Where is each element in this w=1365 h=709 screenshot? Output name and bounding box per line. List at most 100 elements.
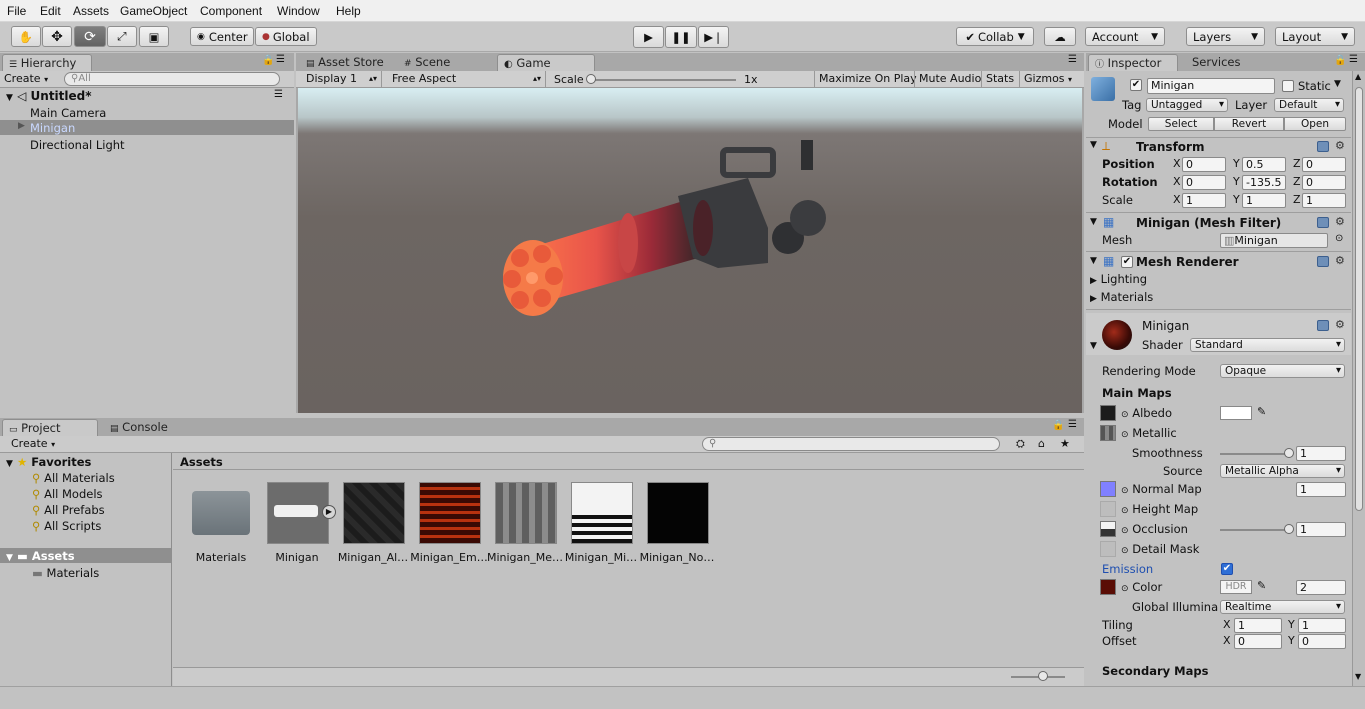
label-tag-icon[interactable]: ⌂ xyxy=(1038,437,1045,450)
eyedropper-icon[interactable]: ✎ xyxy=(1257,579,1266,592)
thumbnail-size-knob[interactable] xyxy=(1038,671,1048,681)
model-revert-button[interactable]: Revert xyxy=(1214,117,1284,131)
account-dropdown[interactable]: Account ▼ xyxy=(1085,27,1165,46)
favorite-all-materials[interactable]: ⚲ All Materials xyxy=(32,471,115,485)
lighting-foldout[interactable]: ▶ Lighting xyxy=(1090,272,1147,286)
asset-materials-folder[interactable] xyxy=(190,483,252,545)
metallic-texture-slot[interactable] xyxy=(1100,425,1116,441)
smoothness-knob[interactable] xyxy=(1284,448,1294,458)
object-picker-icon[interactable]: ⊙ xyxy=(1335,233,1343,244)
asset-misc-texture[interactable] xyxy=(571,482,633,544)
scale-y-field[interactable]: 1 xyxy=(1242,193,1286,208)
panel-menu-icon[interactable]: ☰ xyxy=(276,54,285,65)
global-space-button[interactable]: ● Global xyxy=(255,27,317,46)
shader-dropdown[interactable]: Standard xyxy=(1190,338,1345,352)
scale-x-field[interactable]: 1 xyxy=(1182,193,1226,208)
menu-edit[interactable]: Edit xyxy=(40,4,61,18)
object-picker-icon[interactable]: ⊙ xyxy=(1121,506,1129,516)
gear-icon[interactable]: ⚙ xyxy=(1335,139,1345,152)
scale-slider[interactable] xyxy=(590,79,736,81)
help-book-icon[interactable] xyxy=(1317,217,1329,228)
emission-intensity-field[interactable]: 2 xyxy=(1296,580,1346,595)
pause-button[interactable]: ❚❚ xyxy=(665,26,697,48)
rotation-y-field[interactable]: -135.5 xyxy=(1242,175,1286,190)
panel-menu-icon[interactable]: ☰ xyxy=(1068,54,1077,65)
object-name-field[interactable]: Minigan xyxy=(1147,78,1275,94)
rotation-z-field[interactable]: 0 xyxy=(1302,175,1346,190)
menu-help[interactable]: Help xyxy=(336,4,361,18)
help-book-icon[interactable] xyxy=(1317,320,1329,331)
play-button[interactable]: ▶ xyxy=(633,26,664,48)
layout-dropdown[interactable]: Layout ▼ xyxy=(1275,27,1355,46)
lock-icon[interactable]: 🔒 xyxy=(1052,420,1064,431)
position-y-field[interactable]: 0.5 xyxy=(1242,157,1286,172)
asset-normal-texture[interactable] xyxy=(647,482,709,544)
height-map-texture-slot[interactable] xyxy=(1100,501,1116,517)
favorite-all-scripts[interactable]: ⚲ All Scripts xyxy=(32,519,101,533)
chevron-down-icon[interactable]: ▼ xyxy=(1334,79,1341,89)
panel-menu-icon[interactable]: ☰ xyxy=(1068,419,1077,430)
tiling-x-field[interactable]: 1 xyxy=(1234,618,1282,633)
panel-menu-icon[interactable]: ☰ xyxy=(1349,54,1358,65)
menu-gameobject[interactable]: GameObject xyxy=(120,4,187,18)
tab-hierarchy[interactable]: ☰ Hierarchy xyxy=(2,54,92,71)
menu-file[interactable]: File xyxy=(7,4,26,18)
layer-dropdown[interactable]: Default xyxy=(1274,98,1344,112)
smoothness-slider[interactable] xyxy=(1220,453,1290,455)
menu-assets[interactable]: Assets xyxy=(73,4,109,18)
asset-albedo-texture[interactable] xyxy=(343,482,405,544)
object-picker-icon[interactable]: ⊙ xyxy=(1121,430,1129,440)
static-checkbox[interactable] xyxy=(1282,80,1294,92)
display-dropdown[interactable]: Display 1 ▴▾ xyxy=(300,71,382,87)
scroll-down-icon[interactable]: ▼ xyxy=(1355,672,1361,681)
expand-arrow-icon[interactable]: ▼ xyxy=(1090,217,1097,227)
occlusion-texture-slot[interactable] xyxy=(1100,521,1116,537)
expand-play-icon[interactable]: ▶ xyxy=(322,505,336,519)
expand-arrow-icon[interactable]: ▼ xyxy=(1090,256,1097,266)
tag-dropdown[interactable]: Untagged xyxy=(1146,98,1228,112)
favorites-header[interactable]: ▼ ★ Favorites xyxy=(6,455,91,469)
breadcrumb[interactable]: Assets xyxy=(180,455,223,469)
model-select-button[interactable]: Select xyxy=(1148,117,1214,131)
tab-services[interactable]: Services xyxy=(1186,54,1256,71)
mute-audio-toggle[interactable]: Mute Audio xyxy=(914,71,985,87)
position-z-field[interactable]: 0 xyxy=(1302,157,1346,172)
scene-menu-icon[interactable]: ☰ xyxy=(274,89,283,100)
gear-icon[interactable]: ⚙ xyxy=(1335,215,1345,228)
layers-dropdown[interactable]: Layers ▼ xyxy=(1186,27,1265,46)
scroll-up-icon[interactable]: ▲ xyxy=(1355,72,1361,81)
object-picker-icon[interactable]: ⊙ xyxy=(1121,526,1129,536)
help-book-icon[interactable] xyxy=(1317,256,1329,267)
rendering-mode-dropdown[interactable]: Opaque xyxy=(1220,364,1345,378)
emission-texture-slot[interactable] xyxy=(1100,579,1116,595)
star-icon[interactable]: ★ xyxy=(1060,437,1070,450)
gear-icon[interactable]: ⚙ xyxy=(1335,254,1345,267)
object-picker-icon[interactable]: ⊙ xyxy=(1121,546,1129,556)
source-dropdown[interactable]: Metallic Alpha xyxy=(1220,464,1345,478)
game-viewport[interactable] xyxy=(298,88,1082,413)
mesh-object-field[interactable]: ▥Minigan xyxy=(1220,233,1328,248)
tab-scene[interactable]: # Scene xyxy=(398,54,478,71)
menu-component[interactable]: Component xyxy=(200,4,262,18)
asset-minigan-model[interactable]: ▶ xyxy=(267,482,336,544)
object-picker-icon[interactable]: ⊙ xyxy=(1121,486,1129,496)
occlusion-field[interactable]: 1 xyxy=(1296,522,1346,537)
position-x-field[interactable]: 0 xyxy=(1182,157,1226,172)
scale-z-field[interactable]: 1 xyxy=(1302,193,1346,208)
detail-mask-texture-slot[interactable] xyxy=(1100,541,1116,557)
tab-asset-store[interactable]: ▤ Asset Store xyxy=(300,54,396,71)
project-search-input[interactable]: ⚲ xyxy=(702,437,1000,451)
help-book-icon[interactable] xyxy=(1317,141,1329,152)
filter-type-icon[interactable]: ⛭ xyxy=(1016,437,1025,451)
gear-icon[interactable]: ⚙ xyxy=(1335,318,1345,331)
scale-tool-button[interactable]: ⤢ xyxy=(107,26,137,47)
inspector-scrollbar[interactable]: ▲ ▼ xyxy=(1352,71,1365,686)
move-tool-button[interactable]: ✥ xyxy=(42,26,72,47)
expand-arrow-icon[interactable]: ▼ xyxy=(1090,341,1097,351)
object-picker-icon[interactable]: ⊙ xyxy=(1121,410,1129,420)
asset-emission-texture[interactable] xyxy=(419,482,481,544)
favorite-all-prefabs[interactable]: ⚲ All Prefabs xyxy=(32,503,105,517)
normal-map-texture-slot[interactable] xyxy=(1100,481,1116,497)
expand-arrow-icon[interactable]: ▼ xyxy=(1090,140,1097,150)
mesh-renderer-enabled-checkbox[interactable]: ✔ xyxy=(1121,256,1133,268)
